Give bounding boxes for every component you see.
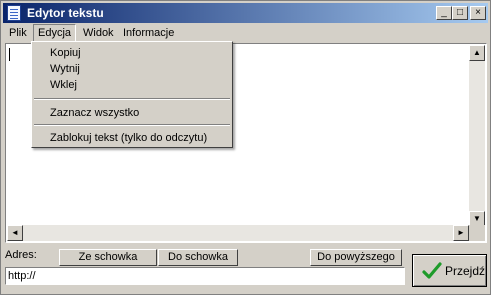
menu-separator xyxy=(34,98,230,100)
horizontal-scrollbar[interactable]: ◄ ► xyxy=(7,225,469,241)
maximize-icon: □ xyxy=(456,7,464,18)
menu-item-zaznacz-wszystko[interactable]: Zaznacz wszystko xyxy=(50,105,139,121)
to-clipboard-button[interactable]: Do schowka xyxy=(158,249,238,266)
go-label: Przejdź xyxy=(445,264,486,278)
vertical-scrollbar[interactable]: ▲ ▼ xyxy=(469,45,485,227)
close-button[interactable]: × xyxy=(470,6,486,20)
go-button[interactable]: Przejdź xyxy=(412,254,487,287)
app-icon xyxy=(7,5,21,21)
window-title: Edytor tekstu xyxy=(27,6,104,20)
edit-menu-dropdown: Kopiuj Wytnij Wklej Zaznacz wszystko Zab… xyxy=(31,41,233,148)
to-above-button[interactable]: Do powyższego xyxy=(310,249,402,266)
title-bar[interactable]: Edytor tekstu _ □ × xyxy=(3,3,488,23)
menu-informacje[interactable]: Informacje xyxy=(119,25,178,41)
text-caret xyxy=(9,48,10,61)
address-label: Adres: xyxy=(5,249,37,261)
scroll-right-icon[interactable]: ► xyxy=(453,225,469,241)
minimize-button[interactable]: _ xyxy=(436,6,452,20)
menu-bar: Plik Edycja Widok Informacje xyxy=(3,24,488,42)
menu-item-wklej[interactable]: Wklej xyxy=(50,77,77,93)
menu-widok[interactable]: Widok xyxy=(79,25,118,41)
maximize-button[interactable]: □ xyxy=(452,6,468,20)
checkmark-icon xyxy=(422,262,442,279)
menu-item-wytnij[interactable]: Wytnij xyxy=(50,61,80,77)
menu-edycja[interactable]: Edycja xyxy=(33,24,77,42)
address-input[interactable] xyxy=(5,267,405,285)
close-icon: × xyxy=(475,7,481,18)
menu-plik[interactable]: Plik xyxy=(5,25,31,41)
minimize-icon: _ xyxy=(441,7,447,18)
scroll-corner xyxy=(469,225,485,241)
from-clipboard-button[interactable]: Ze schowka xyxy=(59,249,157,266)
menu-item-kopiuj[interactable]: Kopiuj xyxy=(50,45,81,61)
scroll-up-icon[interactable]: ▲ xyxy=(469,45,485,61)
menu-separator xyxy=(34,124,230,126)
scroll-left-icon[interactable]: ◄ xyxy=(7,225,23,241)
menu-item-zablokuj-tekst[interactable]: Zablokuj tekst (tylko do odczytu) xyxy=(50,130,207,146)
